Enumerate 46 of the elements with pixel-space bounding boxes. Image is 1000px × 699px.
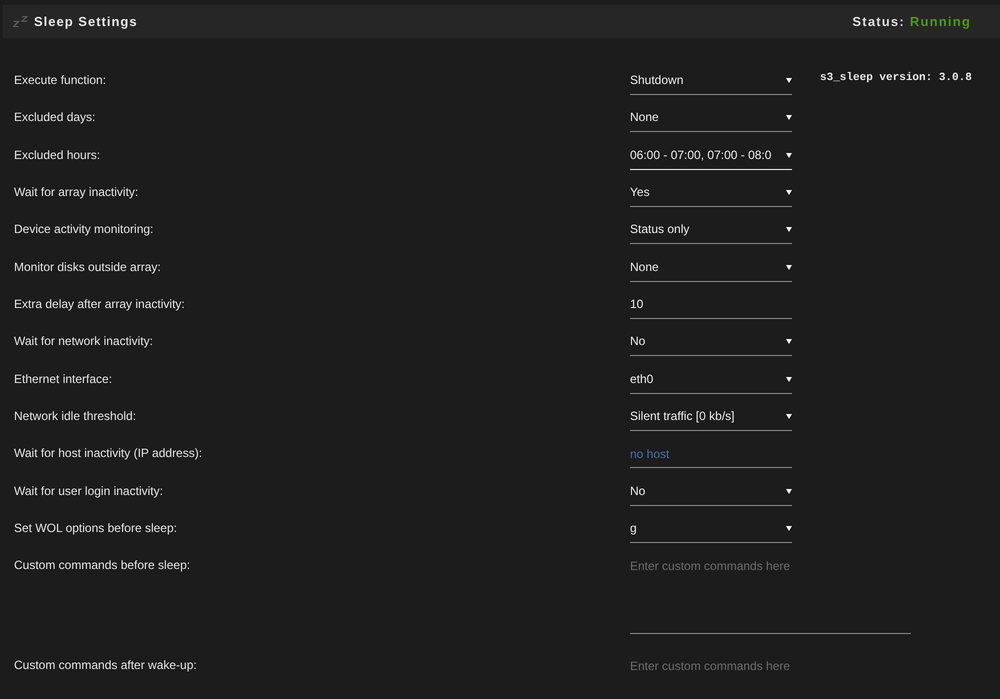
- caret-icon: [786, 526, 792, 531]
- caret-icon: [786, 190, 792, 195]
- setting-label: Wait for network inactivity:: [14, 333, 153, 350]
- caret-icon: [786, 264, 792, 270]
- setting-label: Ethernet interface:: [14, 370, 112, 388]
- dropdown[interactable]: No: [630, 478, 792, 506]
- setting-label: Extra delay after array inactivity:: [14, 296, 185, 313]
- setting-label: Custom commands after wake-up:: [14, 656, 197, 674]
- dropdown[interactable]: 06:00 - 07:00, 07:00 - 08:0: [630, 142, 792, 170]
- setting-label: Execute function:: [14, 72, 106, 89]
- sleep-icon: [13, 16, 28, 27]
- command-textarea[interactable]: Enter custom commands here: [630, 652, 911, 699]
- dropdown[interactable]: None: [630, 254, 792, 282]
- dropdown[interactable]: Status only: [630, 216, 792, 244]
- caret-icon: [786, 339, 792, 344]
- caret-icon: [786, 488, 792, 494]
- dropdown[interactable]: g: [630, 514, 792, 543]
- setting-label: Monitor disks outside array:: [14, 258, 161, 276]
- dropdown[interactable]: Yes: [630, 178, 792, 207]
- command-textarea[interactable]: Enter custom commands here: [630, 552, 911, 634]
- caret-icon: [786, 152, 792, 158]
- caret-icon: [786, 115, 792, 120]
- setting-label: Network idle threshold:: [14, 408, 136, 425]
- dropdown[interactable]: None: [630, 104, 792, 132]
- status-label: Status:: [852, 14, 905, 29]
- text-input[interactable]: 10: [630, 290, 792, 319]
- setting-label: Excluded hours:: [14, 146, 100, 164]
- setting-label: Set WOL options before sleep:: [14, 520, 177, 537]
- status-value: Running: [910, 14, 971, 29]
- text-input[interactable]: no host: [630, 440, 792, 468]
- page-title: Sleep Settings: [34, 14, 138, 29]
- version-text: s3_sleep version: 3.0.8: [820, 71, 972, 85]
- setting-label: Wait for host inactivity (IP address):: [14, 445, 202, 462]
- caret-icon: [786, 414, 792, 419]
- setting-label: Custom commands before sleep:: [14, 557, 190, 574]
- dropdown[interactable]: eth0: [630, 366, 792, 394]
- dropdown[interactable]: Silent traffic [0 kb/s]: [630, 402, 792, 431]
- setting-label: Wait for user login inactivity:: [14, 482, 163, 500]
- caret-icon: [786, 227, 792, 232]
- setting-label: Wait for array inactivity:: [14, 184, 138, 201]
- dropdown[interactable]: No: [630, 328, 792, 356]
- setting-label: Device activity monitoring:: [14, 221, 154, 238]
- caret-icon: [786, 78, 792, 83]
- dropdown[interactable]: Shutdown: [630, 67, 792, 95]
- setting-label: Excluded days:: [14, 109, 96, 126]
- caret-icon: [786, 376, 792, 382]
